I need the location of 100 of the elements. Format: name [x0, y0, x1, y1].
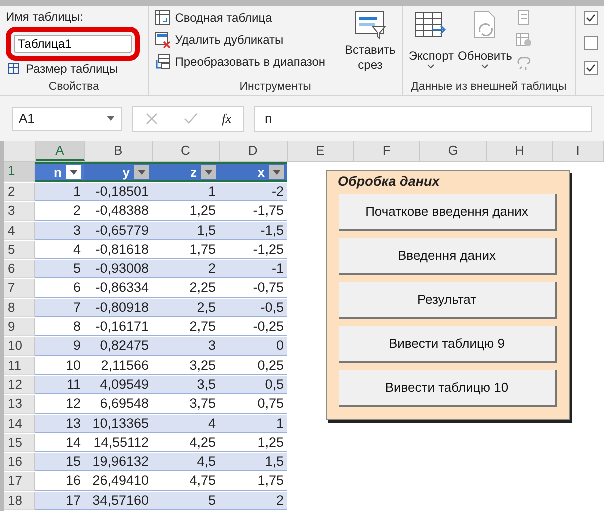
macro-button[interactable]: Вивести таблицю 10	[339, 370, 557, 407]
column-header[interactable]: A	[36, 141, 85, 161]
column-header[interactable]: C	[152, 141, 220, 161]
checkbox[interactable]	[584, 36, 598, 50]
row-number: 7	[4, 279, 35, 298]
group-label: Свойства	[48, 81, 100, 95]
table-cell: 2,75	[152, 318, 219, 336]
table-cell: 1,25	[219, 434, 287, 452]
table-cell: 5	[35, 260, 84, 278]
table-cell: -0,5	[219, 298, 287, 318]
table-cell: 14	[35, 434, 84, 452]
table-cell: 0,5	[219, 376, 287, 394]
table-cell: 1,5	[152, 222, 219, 240]
filter-button[interactable]	[66, 165, 81, 179]
row-number: 15	[4, 434, 35, 452]
table-cell: 7	[35, 298, 84, 318]
column-header[interactable]: F	[354, 141, 420, 161]
row-number: 16	[4, 453, 35, 472]
table-cell: 4	[152, 414, 219, 433]
panel-title: Обробка даних	[338, 174, 441, 189]
formula-field[interactable]: n	[254, 106, 592, 132]
macro-button[interactable]: Введення даних	[339, 238, 557, 275]
column-header[interactable]: E	[288, 141, 354, 161]
table-cell: 4	[35, 240, 84, 260]
table-cell: 19,96132	[84, 453, 152, 472]
table-cell: -0,81618	[84, 240, 152, 260]
row-number: 5	[4, 240, 35, 260]
table-cell: 1,25	[152, 202, 219, 221]
table-cell: -0,25	[219, 318, 287, 336]
browser-icon	[516, 32, 532, 48]
table-cell: 2,5	[152, 298, 219, 318]
table-cell: 0,25	[219, 356, 287, 375]
group-label: Данные из внешней таблицы	[410, 81, 568, 95]
macro-button[interactable]: Початкове введення даних	[339, 194, 557, 231]
column-header[interactable]: I	[553, 141, 604, 161]
remove-duplicates-icon	[155, 32, 172, 48]
column-header[interactable]: B	[84, 141, 153, 161]
caret-icon	[138, 170, 146, 174]
table-cell: 1,5	[219, 453, 287, 472]
resize-table-button[interactable]: Размер таблицы	[26, 62, 118, 76]
table-cell: 15	[35, 453, 84, 472]
table-cell: 16	[35, 472, 84, 491]
tool-button[interactable]: Сводная таблица	[175, 11, 272, 25]
properties-icon	[516, 10, 532, 26]
checkbox[interactable]	[584, 61, 598, 75]
table-cell: -0,86334	[84, 279, 152, 298]
table-cell: -2	[219, 183, 287, 202]
checkbox[interactable]	[584, 11, 598, 25]
row-number: 11	[4, 356, 35, 375]
row-number: 12	[4, 376, 35, 394]
header-text: n	[54, 164, 62, 180]
name-box[interactable]: A1	[12, 106, 122, 130]
table-cell: 3	[152, 337, 219, 356]
row-number: 6	[4, 260, 35, 278]
row-number: 9	[4, 318, 35, 336]
row-number: 13	[4, 395, 35, 414]
export-button[interactable]: Экспорт	[408, 10, 454, 70]
table-cell: 10	[35, 356, 84, 375]
table-cell: 1,75	[152, 240, 219, 260]
table-cell: -0,65779	[84, 222, 152, 240]
cancel-icon	[144, 110, 160, 126]
table-cell: 1	[219, 414, 287, 433]
table-cell: 17	[35, 492, 84, 510]
row-number: 8	[4, 298, 35, 318]
function-button[interactable]: fx	[222, 110, 232, 126]
filter-button[interactable]	[201, 165, 216, 179]
row-number: 17	[4, 472, 35, 491]
table-cell: 4,09549	[84, 376, 152, 394]
macro-button[interactable]: Результат	[339, 282, 557, 319]
table-cell: 6,69548	[84, 395, 152, 414]
row-number: 10	[4, 337, 35, 356]
table-cell: 8	[35, 318, 84, 336]
header-text: z	[190, 164, 197, 180]
header-text: y	[122, 164, 130, 180]
pivot-table-icon	[155, 10, 172, 26]
table-cell: 9	[35, 337, 84, 356]
column-header[interactable]: G	[420, 141, 488, 161]
refresh-button[interactable]: Обновить	[458, 10, 512, 70]
filter-button[interactable]	[269, 165, 284, 179]
macro-button[interactable]: Вивести таблицю 9	[339, 326, 557, 363]
insert-slicer-button[interactable]: Вставить срез	[345, 10, 396, 81]
table-cell: -0,75	[219, 279, 287, 298]
filter-button[interactable]	[134, 165, 149, 179]
tool-button[interactable]: Преобразовать в диапазон	[175, 55, 326, 69]
table-cell: 6	[35, 279, 84, 298]
column-header[interactable]: H	[487, 141, 554, 161]
table-cell: 2,11566	[84, 356, 152, 375]
table-cell: -0,93008	[84, 260, 152, 278]
table-cell: 2	[152, 260, 219, 278]
table-cell: 0	[219, 337, 287, 356]
column-header[interactable]: D	[220, 141, 288, 161]
row-number: 2	[4, 183, 35, 202]
caret-icon	[481, 64, 490, 70]
table-cell: 3,25	[152, 356, 219, 375]
table-cell: 4,5	[152, 453, 219, 472]
row-number: 14	[4, 414, 35, 433]
slicer-icon	[354, 10, 386, 42]
tool-button[interactable]: Удалить дубликаты	[175, 33, 284, 47]
convert-range-icon	[155, 54, 172, 70]
table-cell: 1	[152, 183, 219, 202]
